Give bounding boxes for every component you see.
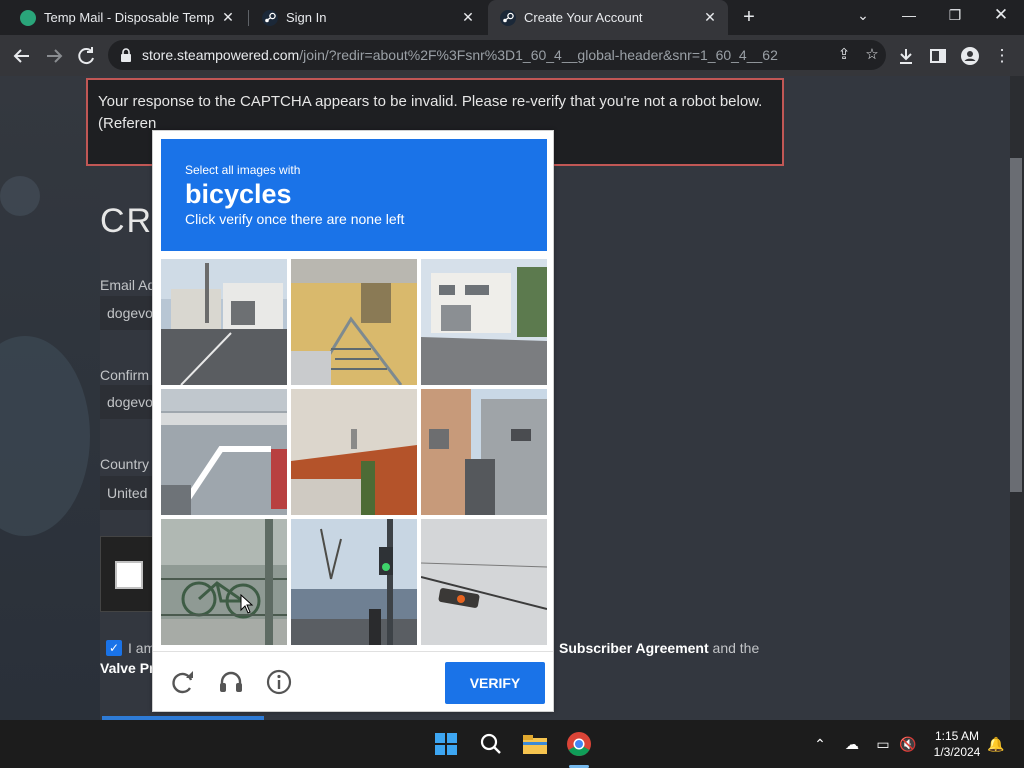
volume-muted-icon[interactable]: 🔇 [898, 734, 918, 754]
valve-privacy-link[interactable]: Valve Pr [100, 658, 155, 678]
error-text: Your response to the CAPTCHA appears to … [98, 93, 763, 110]
url-text: store.steampowered.com/join/?redir=about… [142, 47, 830, 63]
download-icon[interactable] [892, 42, 920, 70]
tab-temp-mail[interactable]: Temp Mail - Disposable Tempora ✕ [8, 0, 246, 35]
chevron-up-icon[interactable]: ⌃ [810, 734, 830, 754]
captcha-tile-rooftop[interactable] [291, 389, 417, 515]
tab-create-account[interactable]: Create Your Account ✕ [488, 0, 728, 35]
captcha-tile-narrow-street[interactable] [421, 389, 547, 515]
captcha-challenge: Select all images with bicycles Click ve… [152, 130, 554, 712]
minimize-icon[interactable]: — [886, 0, 932, 30]
captcha-target: bicycles [185, 179, 292, 209]
search-icon[interactable] [475, 728, 507, 760]
menu-kebab-icon[interactable]: ⋮ [988, 42, 1016, 70]
audio-challenge-icon[interactable] [217, 668, 245, 696]
reload-icon[interactable] [72, 42, 100, 70]
url-path: /join/?redir=about%2F%3Fsnr%3D1_60_4__gl… [299, 47, 778, 63]
email-field[interactable]: dogevo [100, 296, 160, 330]
onedrive-icon[interactable]: ☁ [842, 734, 862, 754]
scrollbar[interactable] [1010, 76, 1024, 720]
mouse-cursor-icon [240, 593, 254, 614]
captcha-image-grid [161, 259, 547, 645]
notification-bell-icon[interactable]: 🔔 [986, 734, 1006, 754]
close-icon[interactable]: ✕ [702, 9, 718, 26]
clock-date: 1/3/2024 [933, 745, 981, 759]
close-window-icon[interactable]: ✕ [978, 0, 1024, 30]
valve-privacy-link-text: Valve Pr [100, 660, 155, 676]
profile-icon[interactable] [956, 42, 984, 70]
confirm-email-label: Confirm [100, 367, 150, 383]
share-icon[interactable]: ⇪ [830, 41, 858, 69]
captcha-instruction: Select all images with [185, 163, 301, 177]
recaptcha-widget [100, 536, 160, 612]
captcha-footer: VERIFY [153, 651, 553, 711]
verify-button[interactable]: VERIFY [445, 662, 545, 704]
country-select[interactable]: United [100, 476, 160, 510]
restore-icon[interactable]: ❐ [932, 0, 978, 30]
system-clock[interactable]: 1:15 AM 1/3/2024 [926, 728, 988, 760]
tab-title: Sign In [286, 10, 327, 25]
captcha-tile-bicycle-railing[interactable] [161, 519, 287, 645]
chrome-icon[interactable] [563, 728, 595, 760]
tempmail-icon [20, 9, 36, 26]
captcha-tile-street-garage[interactable] [161, 259, 287, 385]
subscriber-agreement-link[interactable]: Subscriber Agreement [559, 640, 709, 656]
tab-sign-in[interactable]: Sign In ✕ [250, 0, 486, 35]
bookmark-star-icon[interactable]: ☆ [858, 41, 886, 69]
email-label: Email Ad [100, 277, 156, 293]
captcha-tile-building-stairs[interactable] [161, 389, 287, 515]
url-host: store.steampowered.com [142, 47, 300, 63]
address-bar[interactable]: store.steampowered.com/join/?redir=about… [108, 40, 886, 70]
windows-start-icon[interactable] [430, 728, 462, 760]
close-icon[interactable]: ✕ [220, 9, 236, 26]
tab-title: Temp Mail - Disposable Tempora [44, 10, 214, 25]
agree-mid-text: and the [712, 640, 760, 656]
confirm-email-field[interactable]: dogevo [100, 385, 160, 419]
recaptcha-checkbox[interactable] [115, 561, 143, 589]
side-panel-icon[interactable] [924, 42, 952, 70]
country-label: Country [100, 456, 150, 472]
close-icon[interactable]: ✕ [460, 9, 476, 26]
display-icon[interactable]: ▭ [873, 734, 893, 754]
captcha-tile-white-house-corner[interactable] [421, 259, 547, 385]
taskbar: ⌃ ☁ ▭ 🔇 1:15 AM 1/3/2024 🔔 [0, 720, 1024, 768]
file-explorer-icon[interactable] [519, 728, 551, 760]
tab-strip: Temp Mail - Disposable Tempora ✕ Sign In… [0, 0, 1024, 35]
browser-toolbar: store.steampowered.com/join/?redir=about… [0, 35, 1024, 76]
background-art [0, 76, 100, 720]
info-icon[interactable] [265, 668, 293, 696]
clock-time: 1:15 AM [934, 729, 980, 743]
agree-text-tail: Subscriber Agreement and the [559, 638, 759, 658]
background-art-shape [0, 176, 40, 216]
tab-separator [248, 10, 249, 26]
forward-icon[interactable] [40, 42, 68, 70]
reload-challenge-icon[interactable] [169, 668, 197, 696]
captcha-hint: Click verify once there are none left [185, 211, 405, 227]
tab-title: Create Your Account [524, 10, 643, 25]
steam-icon [262, 9, 278, 26]
lock-icon [120, 48, 132, 62]
captcha-tile-yellow-building-stairs[interactable] [291, 259, 417, 385]
captcha-header: Select all images with bicycles Click ve… [161, 139, 547, 251]
captcha-tile-traffic-light-street[interactable] [291, 519, 417, 645]
new-tab-button[interactable]: + [738, 6, 760, 28]
captcha-tile-traffic-light-sky[interactable] [421, 519, 547, 645]
background-art-shape [0, 336, 90, 536]
scrollbar-thumb[interactable] [1010, 158, 1022, 492]
steam-icon [500, 9, 516, 26]
back-icon[interactable] [8, 42, 36, 70]
tab-search-icon[interactable]: ⌄ [840, 0, 886, 30]
agree-checkbox[interactable]: ✓ [106, 640, 122, 656]
